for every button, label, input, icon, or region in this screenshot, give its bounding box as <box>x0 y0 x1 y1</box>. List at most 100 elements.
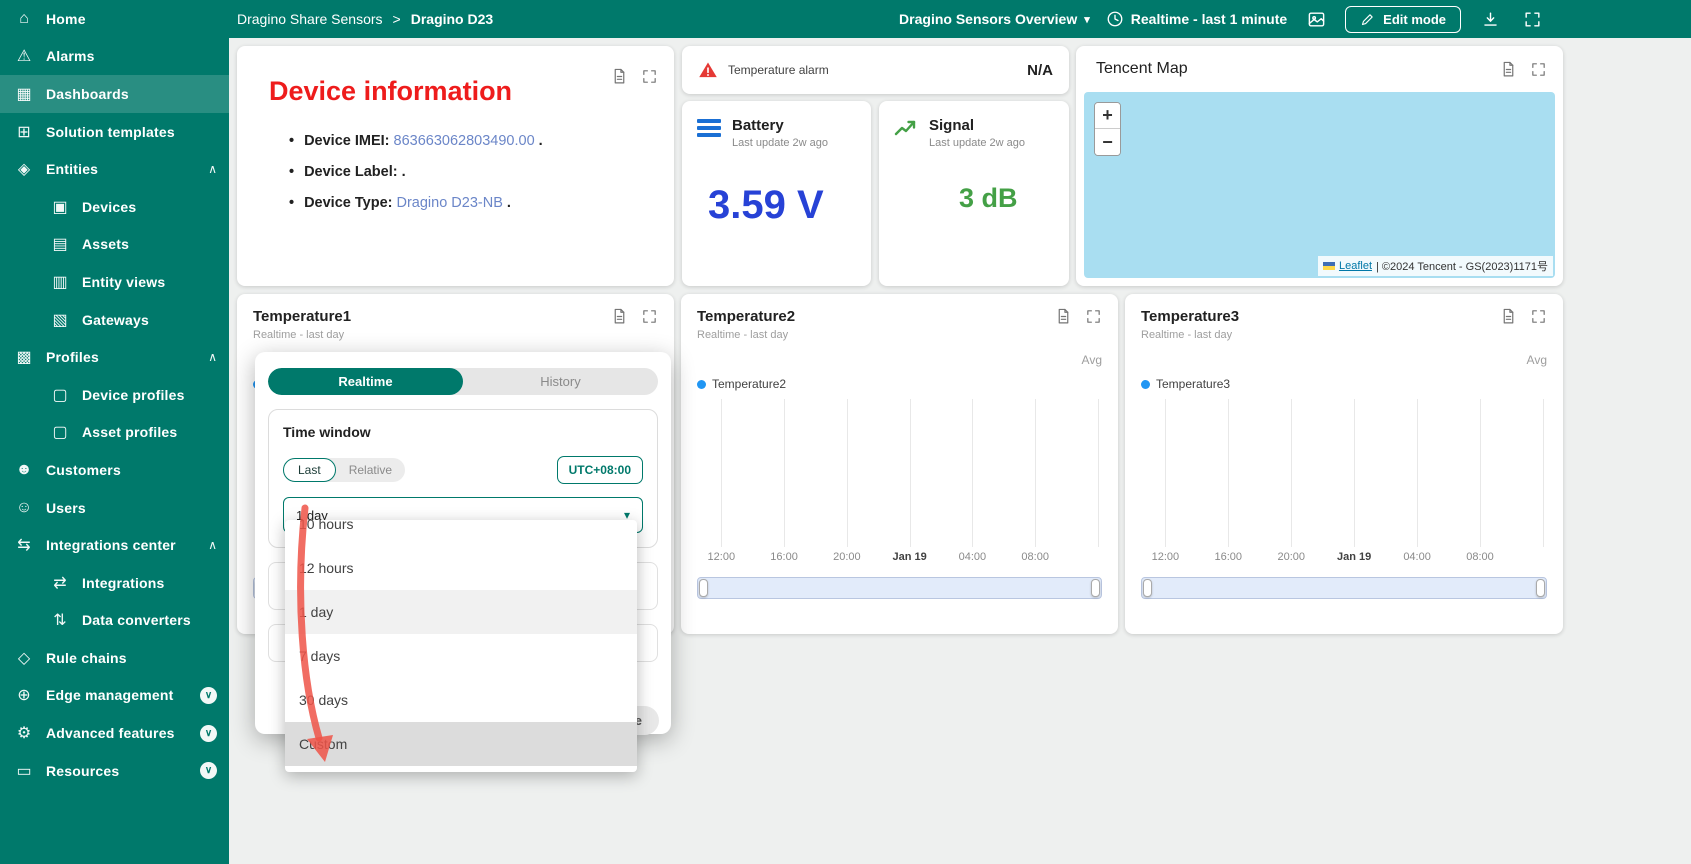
sidebar-item-entities[interactable]: ◈Entities∧ <box>0 150 229 188</box>
option-1-day[interactable]: 1 day <box>285 590 637 634</box>
sidebar-item-integrations[interactable]: ⇄Integrations <box>0 564 229 602</box>
toggle-relative[interactable]: Relative <box>336 459 405 481</box>
devices-icon: ▣ <box>50 197 70 217</box>
expand-icon[interactable] <box>641 308 658 325</box>
time-window-title: Time window <box>283 424 643 444</box>
expand-icon[interactable] <box>641 68 658 85</box>
sidebar-item-rule-chains[interactable]: ◇Rule chains <box>0 639 229 677</box>
legend-label: Temperature2 <box>712 377 786 391</box>
timezone-button[interactable]: UTC+08:00 <box>557 456 643 484</box>
battery-value: 3.59 V <box>708 183 857 228</box>
tab-history[interactable]: History <box>463 368 658 395</box>
home-icon: ⌂ <box>14 10 34 28</box>
chart-subtitle: Realtime - last day <box>253 329 351 341</box>
zoom-out-button[interactable]: − <box>1095 129 1120 155</box>
device-type-value: Dragino D23-NB <box>397 195 503 211</box>
sidebar-item-home[interactable]: ⌂Home <box>0 0 229 38</box>
option-10-hours[interactable]: 10 hours <box>285 520 637 546</box>
time-range-selector[interactable] <box>697 577 1102 599</box>
range-handle-right[interactable] <box>1091 579 1100 597</box>
sidebar-item-gateways[interactable]: ▧Gateways <box>0 301 229 339</box>
image-icon <box>1307 10 1326 29</box>
export-note-icon[interactable] <box>1055 308 1072 325</box>
map-attribution: Leaflet | ©2024 Tencent - GS(2023)1171号 <box>1318 256 1553 276</box>
users-icon: ☺ <box>14 499 34 517</box>
edit-mode-label: Edit mode <box>1383 12 1446 27</box>
expand-icon[interactable] <box>1530 61 1547 78</box>
sidebar-item-resources[interactable]: ▭Resources∨ <box>0 752 229 790</box>
leaflet-link[interactable]: Leaflet <box>1339 260 1372 272</box>
sidebar-item-device-profiles[interactable]: ▢Device profiles <box>0 376 229 414</box>
device-profiles-icon: ▢ <box>50 385 70 405</box>
chevron-up-icon[interactable]: ∧ <box>208 538 217 552</box>
x-axis-ticks: 12:00 16:00 20:00 Jan 19 04:00 08:00 <box>697 551 1102 569</box>
export-note-icon[interactable] <box>1500 61 1517 78</box>
sidebar-item-label: Users <box>46 500 217 516</box>
chart-legend[interactable]: Temperature2 <box>697 377 1102 391</box>
sidebar-item-integrations-center[interactable]: ⇆Integrations center∧ <box>0 526 229 564</box>
time-range-selector[interactable] <box>1141 577 1547 599</box>
map-canvas[interactable]: + − Leaflet | ©2024 Tencent - GS(2023)11… <box>1084 92 1555 278</box>
sidebar-item-devices[interactable]: ▣Devices <box>0 188 229 226</box>
export-note-icon[interactable] <box>611 308 628 325</box>
chart-plot-area <box>697 399 1102 547</box>
sidebar-item-dashboards[interactable]: ▦Dashboards <box>0 75 229 113</box>
pencil-icon <box>1360 12 1375 27</box>
x-tick: 20:00 <box>833 551 861 563</box>
breadcrumb: Dragino Share Sensors > Dragino D23 <box>237 11 493 27</box>
range-handle-left[interactable] <box>699 579 708 597</box>
dashboard-state-select[interactable]: Dragino Sensors Overview ▾ <box>899 11 1090 27</box>
dashboard-state-label: Dragino Sensors Overview <box>899 11 1077 27</box>
fullscreen-button[interactable] <box>1519 6 1545 32</box>
sidebar-item-label: Solution templates <box>46 124 217 140</box>
chevron-down-icon[interactable]: ∨ <box>200 725 217 742</box>
expand-icon[interactable] <box>1530 308 1547 325</box>
device-information-card: Device information Device IMEI: 86366306… <box>237 46 674 286</box>
download-button[interactable] <box>1477 6 1503 32</box>
sidebar-item-entity-views[interactable]: ▥Entity views <box>0 263 229 301</box>
edit-mode-button[interactable]: Edit mode <box>1345 6 1461 33</box>
image-gallery-button[interactable] <box>1303 6 1329 32</box>
sidebar-item-label: Asset profiles <box>82 424 217 440</box>
sidebar-item-data-converters[interactable]: ⇅Data converters <box>0 602 229 640</box>
sidebar-item-solution-templates[interactable]: ⊞Solution templates <box>0 113 229 151</box>
export-note-icon[interactable] <box>1500 308 1517 325</box>
toggle-last[interactable]: Last <box>283 458 336 482</box>
chart-title: Temperature2 <box>697 308 795 325</box>
map-copyright: | ©2024 Tencent - GS(2023)1171号 <box>1376 258 1548 274</box>
chevron-down-icon[interactable]: ∨ <box>200 762 217 779</box>
app-window: ⌂Home ⚠Alarms ▦Dashboards ⊞Solution temp… <box>0 0 1691 864</box>
chart-title: Temperature1 <box>253 308 351 325</box>
expand-icon[interactable] <box>1085 308 1102 325</box>
export-note-icon[interactable] <box>611 68 628 85</box>
timewindow-button[interactable]: Realtime - last 1 minute <box>1106 10 1287 28</box>
sidebar-item-customers[interactable]: ☻Customers <box>0 451 229 489</box>
range-handle-left[interactable] <box>1143 579 1152 597</box>
device-info-list: Device IMEI: 863663062803490.00 . Device… <box>289 133 674 211</box>
chevron-down-icon[interactable]: ∨ <box>200 687 217 704</box>
chevron-up-icon[interactable]: ∧ <box>208 350 217 364</box>
sidebar-item-asset-profiles[interactable]: ▢Asset profiles <box>0 414 229 452</box>
rule-chains-icon: ◇ <box>14 648 34 668</box>
option-30-days[interactable]: 30 days <box>285 678 637 722</box>
chart-legend[interactable]: Temperature3 <box>1141 377 1547 391</box>
sidebar-item-profiles[interactable]: ▩Profiles∧ <box>0 338 229 376</box>
sidebar-item-advanced-features[interactable]: ⚙Advanced features∨ <box>0 714 229 752</box>
entity-views-icon: ▥ <box>50 272 70 292</box>
chevron-up-icon[interactable]: ∧ <box>208 162 217 176</box>
option-12-hours[interactable]: 12 hours <box>285 546 637 590</box>
sidebar-item-label: Integrations <box>82 575 217 591</box>
tab-realtime[interactable]: Realtime <box>268 368 463 395</box>
sidebar-item-users[interactable]: ☺ Users <box>0 489 229 527</box>
zoom-in-button[interactable]: + <box>1095 103 1120 129</box>
sidebar-item-edge-management[interactable]: ⊕Edge management∨ <box>0 677 229 715</box>
sidebar-item-label: Advanced features <box>46 725 188 741</box>
option-7-days[interactable]: 7 days <box>285 634 637 678</box>
sidebar-item-alarms[interactable]: ⚠Alarms <box>0 38 229 76</box>
data-converters-icon: ⇅ <box>50 610 70 630</box>
range-handle-right[interactable] <box>1536 579 1545 597</box>
breadcrumb-root[interactable]: Dragino Share Sensors <box>237 11 383 27</box>
option-custom[interactable]: Custom <box>285 722 637 766</box>
x-tick: 16:00 <box>1215 551 1243 563</box>
sidebar-item-assets[interactable]: ▤Assets <box>0 226 229 264</box>
